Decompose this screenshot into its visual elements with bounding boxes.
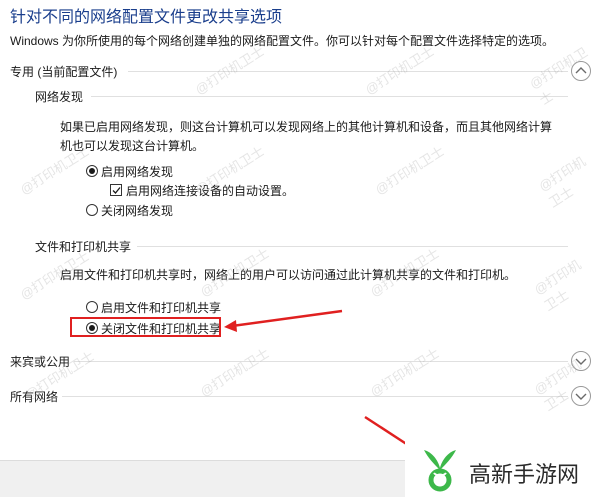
network-discovery-text: 如果已启用网络发现，则这台计算机可以发现网络上的其他计算机和设备，而且其他网络计… [60, 120, 553, 153]
chevron-down-icon [575, 358, 587, 365]
watermark: @打印机卫士 [192, 43, 267, 98]
expand-guest-public-button[interactable] [571, 351, 591, 371]
section-private-label: 专用 (当前配置文件) [10, 65, 118, 79]
enable-network-discovery-label[interactable]: 启用网络发现 [101, 163, 173, 180]
file-printer-sharing-text: 启用文件和打印机共享时，网络上的用户可以访问通过此计算机共享的文件和打印机。 [60, 268, 517, 282]
section-divider [128, 71, 568, 72]
disable-network-discovery-label[interactable]: 关闭网络发现 [101, 202, 173, 219]
highlight-box [70, 317, 221, 337]
auto-setup-label[interactable]: 启用网络连接设备的自动设置。 [126, 182, 294, 199]
subsection-divider [91, 96, 568, 97]
collapse-private-button[interactable] [571, 61, 591, 81]
chevron-up-icon [575, 67, 587, 74]
subsection-divider [137, 246, 568, 247]
expand-all-networks-button[interactable] [571, 386, 591, 406]
enable-file-printer-sharing-label[interactable]: 启用文件和打印机共享 [101, 299, 221, 316]
radio-enable-file-printer-sharing[interactable] [86, 301, 98, 313]
chevron-down-icon [575, 393, 587, 400]
checkmark-icon [112, 187, 121, 194]
network-discovery-heading: 网络发现 [35, 90, 84, 104]
section-divider [62, 396, 568, 397]
watermark: @打印机卫士 [367, 345, 442, 400]
section-divider [74, 361, 568, 362]
checkbox-auto-setup[interactable] [110, 184, 122, 196]
page-title: 针对不同的网络配置文件更改共享选项 [10, 9, 283, 26]
watermark: @打印机卫士 [536, 153, 589, 211]
brand-name: 高新手游网 [469, 462, 580, 487]
section-all-networks-label: 所有网络 [10, 390, 59, 404]
radio-disable-network-discovery[interactable] [86, 204, 98, 216]
page-description: Windows 为你所使用的每个网络创建单独的网络配置文件。你可以针对每个配置文… [10, 34, 555, 48]
brand-logo-icon [424, 450, 456, 492]
annotation-arrow-icon [224, 309, 343, 332]
section-guest-public-label: 来宾或公用 [10, 355, 71, 369]
watermark: @打印机卫士 [362, 43, 437, 98]
file-printer-sharing-heading: 文件和打印机共享 [35, 240, 132, 254]
watermark: @打印机卫士 [197, 345, 272, 400]
radio-enable-network-discovery[interactable] [86, 165, 98, 177]
